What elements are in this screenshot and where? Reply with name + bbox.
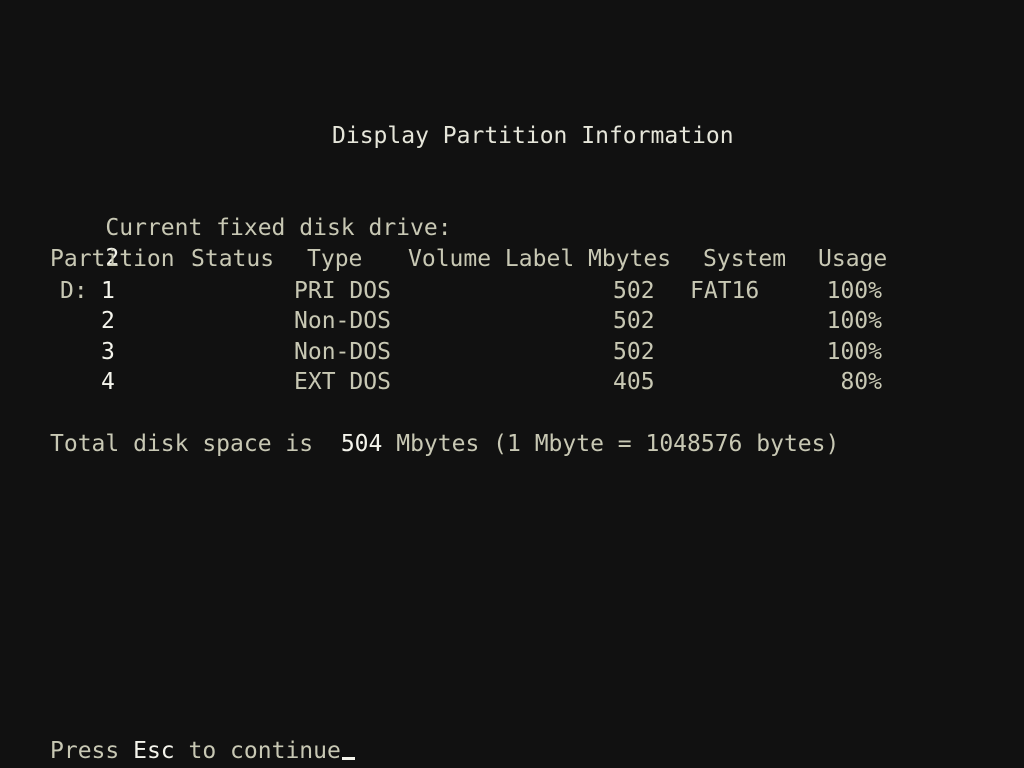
- col-header-usage: Usage: [818, 246, 888, 272]
- table-row: 2 Non-DOS 502 100%: [0, 306, 1024, 336]
- screen-title: Display Partition Information: [332, 123, 734, 149]
- cell-drive-letter: D:: [60, 278, 88, 304]
- current-drive-label: Current fixed disk drive:: [105, 215, 452, 241]
- table-row: 3 Non-DOS 502 100%: [0, 337, 1024, 367]
- col-header-type: Type: [307, 246, 363, 272]
- cell-partition-number: 2: [101, 308, 115, 334]
- total-disk-space-line: Total disk space is 504 Mbytes (1 Mbyte …: [50, 429, 839, 459]
- cell-type: EXT DOS: [294, 369, 391, 395]
- total-prefix: Total disk space is: [50, 431, 314, 457]
- footer-prompt: Press Esc to continue: [50, 736, 355, 766]
- cell-type: Non-DOS: [294, 339, 391, 365]
- table-row: D: 1 PRI DOS 502 FAT16 100%: [0, 276, 1024, 306]
- col-header-volume-label: Volume Label: [408, 246, 575, 272]
- cell-mbytes: 502: [613, 339, 655, 365]
- col-header-partition: Partition: [50, 246, 175, 272]
- esc-key[interactable]: Esc: [133, 738, 175, 764]
- cell-mbytes: 405: [613, 369, 655, 395]
- cell-usage: 100%: [826, 308, 882, 334]
- cell-usage: 80%: [840, 369, 882, 395]
- text-cursor: [341, 757, 355, 760]
- col-header-system: System: [703, 246, 787, 272]
- cell-system: FAT16: [690, 278, 760, 304]
- cell-type: PRI DOS: [294, 278, 391, 304]
- total-suffix: Mbytes (1 Mbyte = 1048576 bytes): [396, 431, 840, 457]
- cell-type: Non-DOS: [294, 308, 391, 334]
- col-header-status: Status: [191, 246, 275, 272]
- cell-mbytes: 502: [613, 308, 655, 334]
- cell-partition-number: 3: [101, 339, 115, 365]
- fdisk-screen: Display Partition Information Current fi…: [0, 0, 1024, 768]
- table-row: 4 EXT DOS 405 80%: [0, 367, 1024, 397]
- footer-continue: to continue: [188, 738, 341, 764]
- cell-partition-number: 4: [101, 369, 115, 395]
- cell-usage: 100%: [826, 278, 882, 304]
- total-value: 504: [340, 431, 383, 457]
- cell-usage: 100%: [826, 339, 882, 365]
- footer-press: Press: [50, 738, 120, 764]
- col-header-mbytes: Mbytes: [588, 246, 672, 272]
- cell-mbytes: 502: [613, 278, 655, 304]
- cell-partition-number: 1: [101, 278, 115, 304]
